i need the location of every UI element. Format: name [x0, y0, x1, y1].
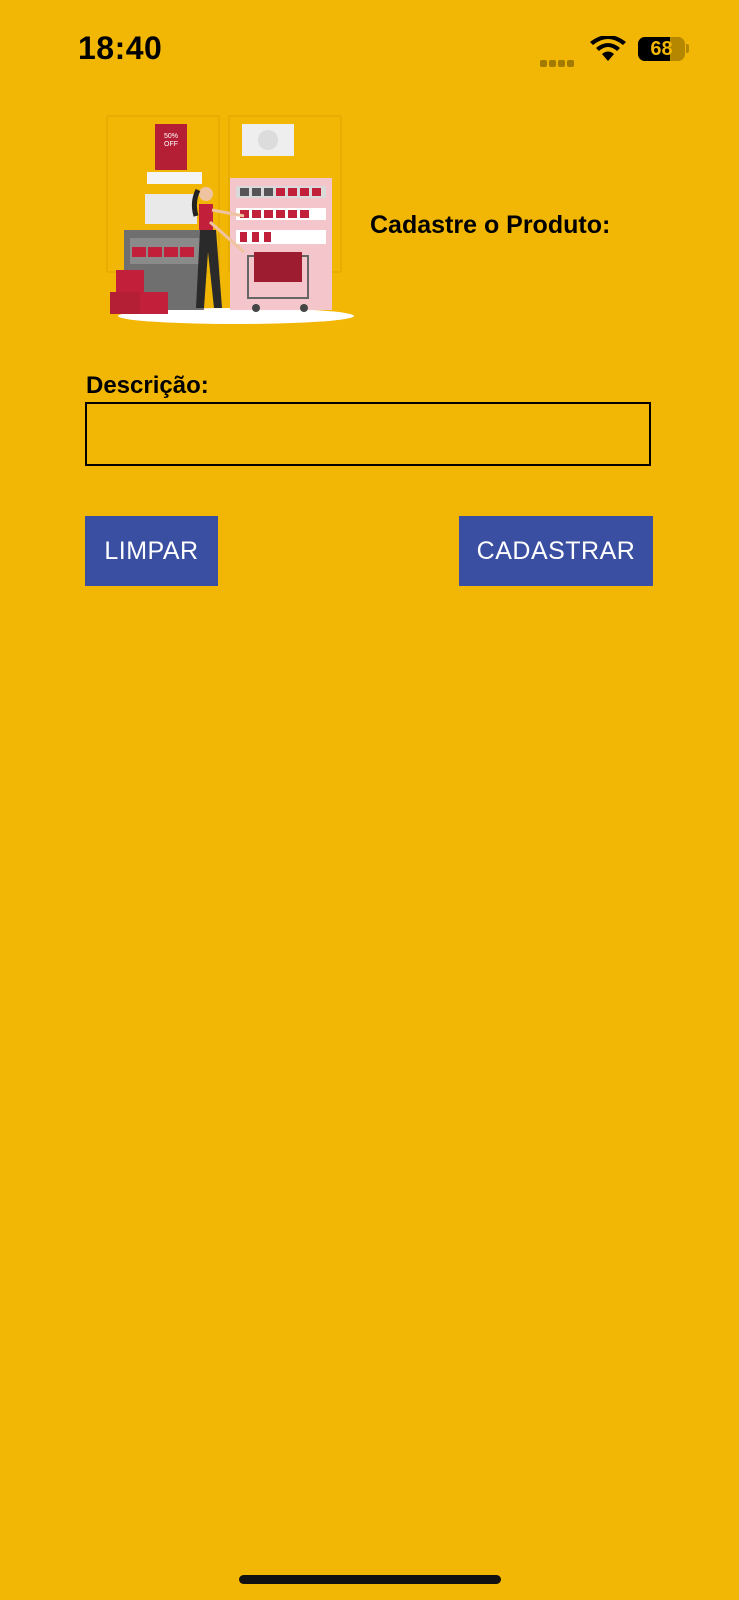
home-indicator[interactable]	[239, 1575, 501, 1584]
svg-text:OFF: OFF	[164, 141, 178, 148]
sale-sign-text: 50%	[164, 133, 178, 140]
battery-percent: 68	[650, 38, 673, 60]
signal-dots-icon	[540, 54, 580, 67]
battery-icon: 68	[638, 37, 685, 61]
battery-cap	[686, 44, 689, 53]
shopping-illustration: 50% OFF	[106, 115, 354, 324]
clear-button[interactable]: LIMPAR	[85, 516, 218, 586]
description-input[interactable]	[85, 402, 651, 466]
description-label: Descrição:	[86, 372, 209, 399]
page-title: Cadastre o Produto:	[370, 211, 611, 239]
status-bar: 18:40 68	[0, 0, 739, 100]
submit-button[interactable]: CADASTRAR	[459, 516, 653, 586]
status-time: 18:40	[78, 30, 163, 66]
wifi-icon	[590, 36, 626, 61]
